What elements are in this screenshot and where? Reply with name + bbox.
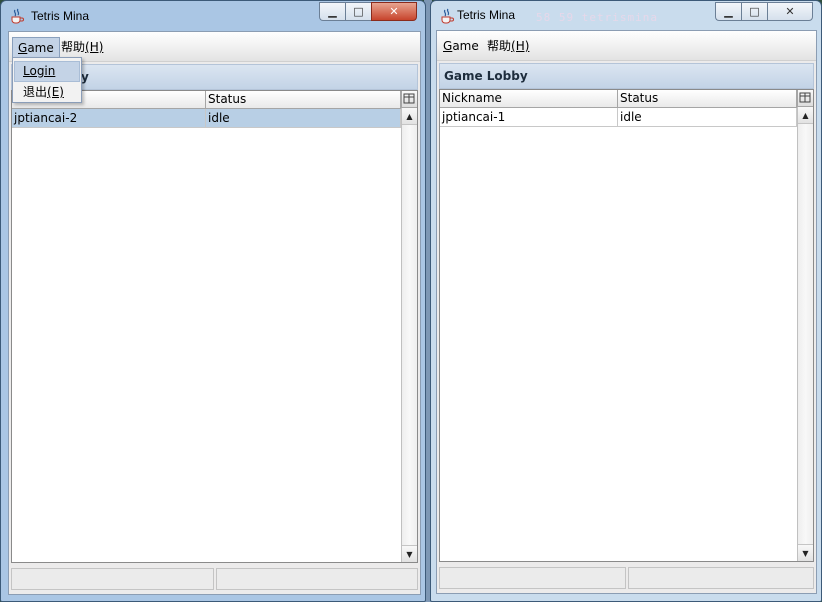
cell-nickname: jptiancai-2 — [12, 109, 206, 128]
minimize-icon: ▁ — [328, 5, 337, 18]
menu-help-label: 帮助 — [61, 40, 86, 54]
lobby-title-visible-text: y — [81, 70, 89, 84]
window-title: Tetris Mina — [457, 8, 516, 22]
arrow-up-icon: ▲ — [406, 111, 413, 121]
column-header-status[interactable]: Status — [206, 91, 401, 108]
minimize-button[interactable]: ▁ — [715, 2, 741, 21]
scroll-down-button[interactable]: ▼ — [798, 545, 813, 561]
title-bar[interactable]: Tetris Mina ▁ □ ✕ — [1, 1, 425, 31]
players-table: Nickname Status jptiancai-2 idle ▲ ▼ — [11, 90, 418, 563]
table-row[interactable]: jptiancai-2 idle — [12, 109, 401, 128]
caption-buttons: ▁ □ ✕ — [715, 2, 813, 22]
close-button[interactable]: ✕ — [767, 2, 813, 21]
menu-help[interactable]: 帮助(H) — [56, 37, 108, 58]
minimize-button[interactable]: ▁ — [319, 2, 345, 21]
maximize-button[interactable]: □ — [741, 2, 767, 21]
status-cell-right — [215, 568, 418, 590]
column-control-button[interactable] — [401, 91, 417, 108]
scroll-down-button[interactable]: ▼ — [402, 546, 417, 562]
client-area: Game 帮助(H) Game Lobby Nickname Status jp… — [436, 30, 817, 594]
cell-status: idle — [618, 108, 797, 127]
status-cell-left — [439, 567, 626, 589]
menu-game-mnemonic: G — [443, 39, 453, 53]
menu-game-mnemonic: G — [18, 41, 28, 55]
cell-status: idle — [206, 109, 401, 128]
menu-bar: Game 帮助(H) — [437, 31, 816, 61]
tetris-window-left: Tetris Mina ▁ □ ✕ Game 帮助(H) y Nickname … — [0, 0, 426, 602]
arrow-down-icon: ▼ — [802, 548, 809, 558]
table-header: Nickname Status — [440, 90, 797, 108]
close-button[interactable]: ✕ — [371, 2, 417, 21]
column-control-button[interactable] — [797, 90, 813, 107]
menu-item-exit-mnemonic: (E) — [47, 85, 64, 99]
minimize-icon: ▁ — [724, 5, 733, 18]
menu-item-exit[interactable]: 退出(E) — [14, 82, 80, 103]
players-table: Nickname Status jptiancai-1 idle ▲ ▼ — [439, 89, 814, 562]
menu-game-label: ame — [452, 39, 479, 53]
maximize-button[interactable]: □ — [345, 2, 371, 21]
table-row[interactable]: jptiancai-1 idle — [440, 108, 797, 127]
cell-nickname: jptiancai-1 — [440, 108, 618, 127]
column-header-nickname[interactable]: Nickname — [440, 90, 618, 107]
menu-item-login[interactable]: Login — [14, 61, 80, 82]
tetris-window-right: 58 59 tetrismina Tetris Mina ▁ □ ✕ Game … — [430, 0, 822, 602]
client-area: Game 帮助(H) y Nickname Status jptiancai-2… — [8, 31, 421, 595]
scroll-track[interactable] — [798, 123, 813, 545]
arrow-down-icon: ▼ — [406, 549, 413, 559]
close-icon: ✕ — [785, 5, 795, 18]
window-title: Tetris Mina — [31, 9, 90, 23]
menu-item-exit-label: 退出 — [23, 85, 48, 99]
java-cup-icon — [441, 8, 454, 24]
menu-help-mnemonic: (H) — [85, 40, 104, 54]
menu-help-label: 帮助 — [487, 39, 512, 53]
java-cup-icon — [11, 8, 24, 24]
maximize-icon: □ — [353, 5, 364, 18]
close-icon: ✕ — [389, 5, 399, 18]
vertical-scrollbar[interactable]: ▲ ▼ — [797, 107, 813, 561]
status-cell-left — [11, 568, 214, 590]
arrow-up-icon: ▲ — [802, 110, 809, 120]
menu-help[interactable]: 帮助(H) — [482, 36, 534, 57]
game-menu-dropdown: Login 退出(E) — [12, 57, 82, 103]
scroll-up-button[interactable]: ▲ — [798, 107, 813, 123]
menu-item-login-label: Login — [23, 64, 56, 78]
menu-game[interactable]: Game — [12, 37, 60, 58]
vertical-scrollbar[interactable]: ▲ ▼ — [401, 108, 417, 562]
menu-help-mnemonic: (H) — [511, 39, 530, 53]
status-cell-right — [627, 567, 814, 589]
scroll-up-button[interactable]: ▲ — [402, 108, 417, 124]
scroll-track[interactable] — [402, 124, 417, 546]
status-bar — [11, 568, 418, 590]
column-control-icon — [799, 92, 811, 103]
menu-game[interactable]: Game — [438, 36, 484, 57]
status-bar — [439, 567, 814, 589]
caption-buttons: ▁ □ ✕ — [319, 2, 417, 22]
title-bar[interactable]: Tetris Mina ▁ □ ✕ — [431, 1, 821, 31]
lobby-title: Game Lobby — [439, 63, 814, 89]
maximize-icon: □ — [749, 5, 760, 18]
menu-game-label: ame — [27, 41, 54, 55]
column-control-icon — [403, 93, 415, 104]
column-header-status[interactable]: Status — [618, 90, 797, 107]
